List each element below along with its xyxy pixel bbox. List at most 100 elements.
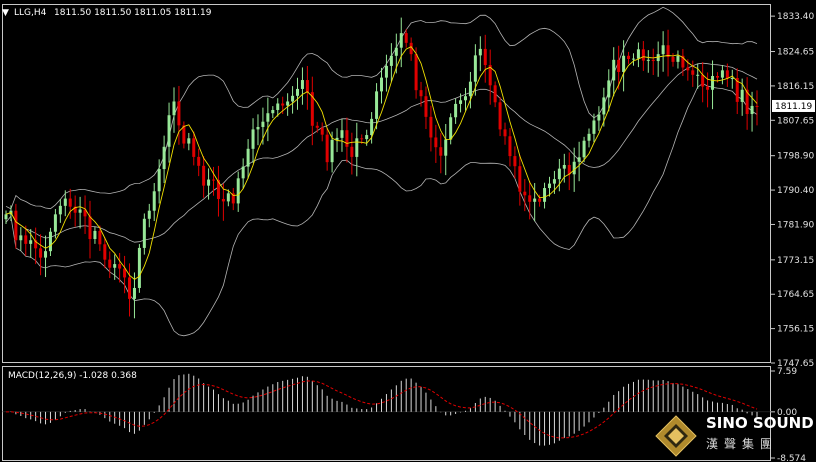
candle-body: [340, 130, 344, 138]
candle-body: [132, 287, 136, 299]
y-tick-label: 1790.40: [777, 186, 814, 196]
candle-body: [547, 183, 551, 189]
y-tick-label: 1807.65: [777, 116, 814, 126]
candle-body: [750, 105, 754, 115]
candle-body: [53, 214, 57, 232]
candle-body: [221, 198, 225, 202]
candle-body: [276, 103, 280, 110]
candle-body: [424, 96, 428, 117]
candle-body: [246, 148, 250, 167]
candle-body: [493, 85, 497, 103]
candle-body: [93, 230, 97, 240]
candle-body: [513, 156, 517, 167]
candle-body: [261, 121, 265, 127]
y-tick-label: 1764.65: [777, 290, 814, 300]
candle-body: [286, 101, 290, 106]
candle-body: [454, 103, 458, 118]
candle-body: [113, 264, 117, 268]
candle-body: [384, 65, 388, 78]
logo-title: SINO SOUND: [706, 414, 814, 432]
candle-body: [404, 33, 408, 43]
candle-body: [142, 218, 146, 248]
candle-body: [24, 235, 28, 244]
candle-body: [320, 127, 324, 135]
candle-body: [646, 59, 650, 61]
candle-body: [463, 96, 467, 101]
candle-body: [296, 88, 300, 96]
logo-subtitle: 漢聲集團: [706, 436, 778, 451]
candle-body: [355, 138, 359, 157]
candle-body: [172, 101, 176, 116]
y-tick-label: 1824.65: [777, 48, 814, 58]
candle-body: [291, 95, 295, 102]
candle-body: [671, 56, 675, 62]
candle-body: [602, 97, 606, 115]
candle-body: [375, 91, 379, 119]
candle-body: [325, 134, 329, 163]
candle-body: [300, 80, 304, 89]
y-tick-label: 1756.15: [777, 325, 814, 335]
candle-body: [508, 136, 512, 157]
candle-body: [68, 198, 72, 207]
candle-body: [345, 130, 349, 147]
candle-body: [730, 78, 734, 80]
candle-body: [187, 138, 191, 144]
candle-body: [236, 178, 240, 204]
candle-body: [152, 191, 156, 211]
candle-body: [370, 118, 374, 136]
candle-body: [39, 248, 43, 258]
candle-body: [394, 47, 398, 56]
price-chart[interactable]: 1833.40 1824.65 1816.15 1807.65 1798.90 1790.…: [0, 0, 816, 462]
candle-body: [473, 55, 477, 82]
candle-body: [315, 125, 319, 128]
candle-body: [14, 210, 18, 241]
candle-body: [88, 216, 92, 240]
candle-body: [365, 135, 369, 140]
candle-body: [518, 166, 522, 192]
y-tick-label: 1833.40: [777, 12, 814, 22]
candle-body: [582, 140, 586, 158]
candle-body: [701, 74, 705, 87]
candle-body: [696, 74, 700, 76]
candle-body: [429, 116, 433, 138]
candle-body: [389, 55, 393, 66]
candle-body: [755, 105, 759, 107]
dropdown-arrow-icon[interactable]: ▼: [2, 8, 9, 18]
candle-body: [617, 59, 621, 72]
candle-body: [98, 230, 102, 245]
candle-body: [528, 195, 532, 202]
candle-body: [360, 138, 364, 140]
candle-body: [266, 113, 270, 122]
symbol-label: LLG,H4: [14, 8, 47, 18]
candle-body: [449, 117, 453, 140]
candle-body: [622, 55, 626, 72]
candle-body: [63, 198, 67, 206]
candle-body: [523, 191, 527, 196]
candle-body: [58, 205, 62, 215]
candle-body: [330, 139, 334, 163]
candle-body: [483, 48, 487, 66]
candle-body: [434, 137, 438, 148]
candle-body: [557, 168, 561, 180]
macd-label: MACD(12,26,9) -1.028 0.368: [8, 371, 137, 381]
candle-body: [597, 114, 601, 121]
candle-body: [740, 89, 744, 102]
candle-body: [226, 193, 230, 202]
candle-body: [572, 161, 576, 175]
candle-body: [444, 139, 448, 156]
candle-body: [706, 86, 710, 90]
candle-body: [78, 209, 82, 213]
candle-body: [419, 90, 423, 97]
candle-body: [177, 101, 181, 126]
candle-body: [636, 49, 640, 59]
candle-body: [271, 109, 275, 114]
ohlc-label: 1811.50 1811.50 1811.05 1811.19: [54, 8, 212, 18]
candle-body: [686, 67, 690, 71]
candle-body: [207, 179, 211, 186]
candle-body: [256, 126, 260, 130]
candle-body: [414, 54, 418, 91]
candle-body: [631, 58, 635, 60]
candle-body: [725, 70, 729, 79]
candle-body: [167, 115, 171, 147]
candle-body: [607, 80, 611, 98]
